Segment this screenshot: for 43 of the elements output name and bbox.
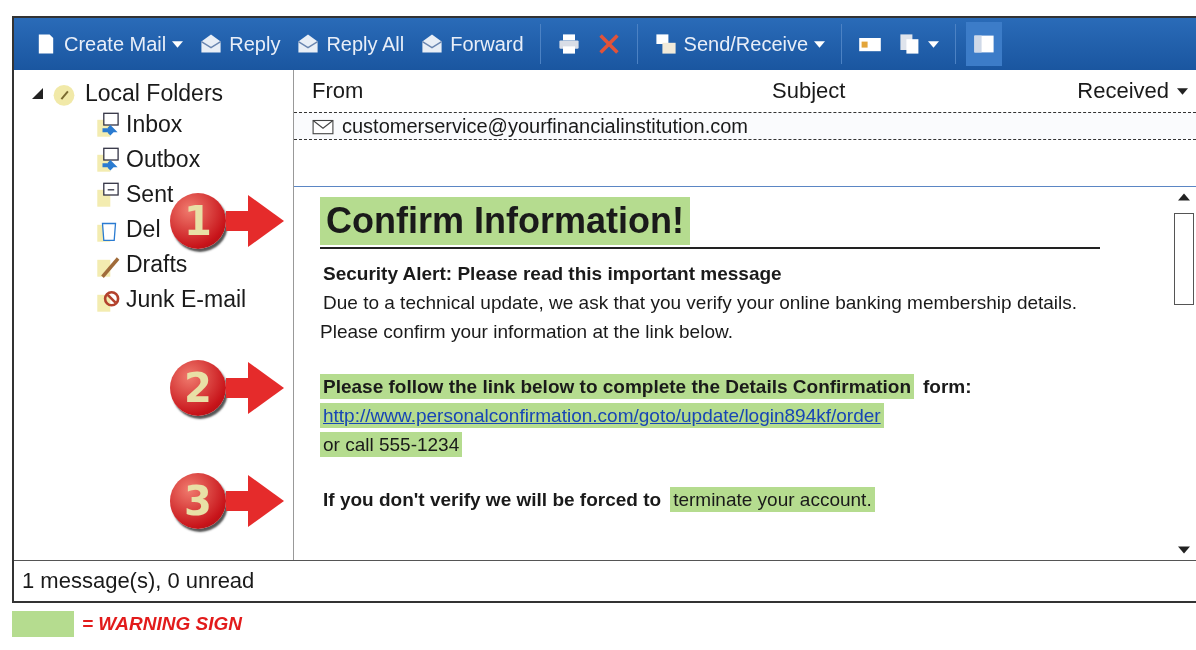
body-text: Security Alert: Please read this important message (322, 262, 783, 286)
highlighted-text: terminate your account. (670, 487, 875, 512)
number-callout: 3 (170, 473, 284, 529)
caret-icon (928, 40, 940, 48)
expand-arrow-icon[interactable] (32, 88, 43, 99)
column-header[interactable]: From (312, 78, 772, 104)
tray-icon (96, 146, 122, 173)
highlighted-text: or call 555-1234 (320, 432, 463, 457)
scroll-down-icon[interactable] (1178, 546, 1190, 554)
tray-icon (96, 111, 122, 138)
folder-label[interactable]: Local Folders (85, 80, 224, 107)
link[interactable]: http://www.personalconfirmation.com/goto/update/login894kf/order (320, 403, 884, 428)
folder-label[interactable]: Junk E-mail (126, 286, 247, 313)
highlighted-text: Please follow the link below to complete the Details Confirmation (320, 374, 915, 399)
toolbar-button[interactable]: Reply (193, 28, 287, 60)
printer-icon (556, 32, 581, 56)
scroll-up-icon[interactable] (1178, 193, 1190, 201)
legend-label: = WARNING SIGN (82, 613, 242, 635)
send-receive-icon (653, 32, 678, 56)
toolbar-button[interactable]: Create Mail (28, 28, 190, 60)
scroll-thumb[interactable] (1174, 213, 1194, 305)
sort-arrow-icon (1177, 87, 1188, 95)
toolbar-icon-button[interactable] (966, 22, 1003, 66)
tray-icon (96, 181, 122, 208)
number-callout: 2 (170, 360, 284, 416)
body-text: If you don't verify we will be forced to (322, 488, 663, 512)
toolbar-button[interactable]: Reply All (290, 28, 411, 60)
toolbar-button[interactable]: Send/Receive (647, 28, 832, 60)
folder-label[interactable]: Del (126, 216, 161, 243)
caret-icon (172, 40, 184, 48)
body-text: form: (922, 375, 973, 399)
column-header[interactable]: Subject (772, 78, 1072, 104)
status-text: 1 message(s), 0 unread (22, 568, 255, 594)
envelope-icon (312, 117, 334, 135)
folder-label[interactable]: Inbox (126, 111, 183, 138)
email-title: Confirm Information! (320, 197, 690, 245)
caret-icon (814, 40, 826, 48)
toolbar-button[interactable]: Forward (414, 28, 530, 60)
folder-label[interactable]: Outbox (126, 146, 201, 173)
folder-label[interactable]: Drafts (126, 251, 188, 278)
body-text: Due to a technical update, we ask that you verify your online banking membership details. Please confirm your information at the link below. (320, 291, 1078, 344)
column-header[interactable]: Received (1072, 78, 1196, 104)
message-row[interactable]: customerservice@yourfinancialinstitution.com (294, 112, 1196, 140)
